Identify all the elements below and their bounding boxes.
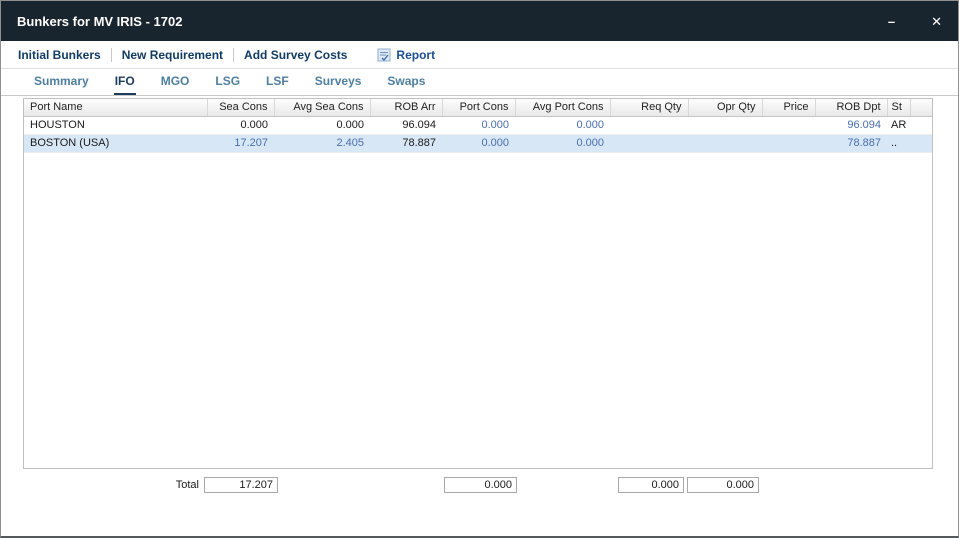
cell-rob-dpt: 96.094 [815, 116, 887, 134]
column-header-sea-cons[interactable]: Sea Cons [207, 99, 274, 116]
cell-avg-sea-cons: 2.405 [274, 134, 370, 152]
column-header-port-name[interactable]: Port Name [24, 99, 207, 116]
cell-port-cons: 0.000 [442, 116, 515, 134]
total-label: Total [23, 479, 199, 491]
total-opr-qty: 0.000 [687, 477, 759, 493]
toolbar-separator [111, 48, 112, 62]
window-controls: – ✕ [888, 15, 942, 28]
window-title: Bunkers for MV IRIS - 1702 [17, 14, 182, 29]
tab-bar: Summary IFO MGO LSG LSF Surveys Swaps [1, 69, 958, 96]
tab-swaps[interactable]: Swaps [386, 69, 426, 95]
column-header-port-cons[interactable]: Port Cons [442, 99, 515, 116]
cell-opr-qty [688, 134, 762, 152]
cell-port-cons: 0.000 [442, 134, 515, 152]
column-header-st[interactable]: St [887, 99, 910, 116]
cell-rob-arr: 96.094 [370, 116, 442, 134]
tab-surveys[interactable]: Surveys [314, 69, 363, 95]
bottom-spacer [1, 494, 958, 536]
column-header-avg-port-cons[interactable]: Avg Port Cons [515, 99, 610, 116]
report-group: Report [377, 48, 435, 62]
tab-summary[interactable]: Summary [33, 69, 90, 95]
new-requirement-button[interactable]: New Requirement [122, 48, 223, 62]
toolbar-separator [233, 48, 234, 62]
cell-avg-port-cons: 0.000 [515, 134, 610, 152]
cell-st: AR [887, 116, 910, 134]
cell-avg-port-cons: 0.000 [515, 116, 610, 134]
scrollbar-filler [910, 99, 933, 116]
total-req-qty: 0.000 [618, 477, 684, 493]
totals-row: Total 17.207 0.000 0.000 0.000 [23, 477, 933, 494]
total-port-cons: 0.000 [444, 477, 517, 493]
tab-lsg[interactable]: LSG [214, 69, 241, 95]
table-row-houston[interactable]: HOUSTON 0.000 0.000 96.094 0.000 0.000 9… [24, 116, 933, 134]
tab-ifo[interactable]: IFO [114, 69, 136, 95]
column-header-req-qty[interactable]: Req Qty [610, 99, 688, 116]
cell-st: .. [887, 134, 910, 152]
cell-price [762, 116, 815, 134]
close-button[interactable]: ✕ [931, 15, 942, 28]
grid-header-row: Port Name Sea Cons Avg Sea Cons ROB Arr … [24, 99, 933, 116]
column-header-rob-dpt[interactable]: ROB Dpt [815, 99, 887, 116]
column-header-rob-arr[interactable]: ROB Arr [370, 99, 442, 116]
report-icon [377, 48, 391, 62]
column-header-opr-qty[interactable]: Opr Qty [688, 99, 762, 116]
cell-req-qty [610, 134, 688, 152]
report-button[interactable]: Report [396, 48, 435, 62]
cell-sea-cons: 0.000 [207, 116, 274, 134]
initial-bunkers-button[interactable]: Initial Bunkers [18, 48, 101, 62]
total-sea-cons: 17.207 [204, 477, 278, 493]
cell-avg-sea-cons: 0.000 [274, 116, 370, 134]
column-header-price[interactable]: Price [762, 99, 815, 116]
tab-mgo[interactable]: MGO [160, 69, 191, 95]
bunkers-grid: Port Name Sea Cons Avg Sea Cons ROB Arr … [23, 98, 933, 469]
cell-rob-arr: 78.887 [370, 134, 442, 152]
cell-port-name: BOSTON (USA) [24, 134, 207, 152]
title-bar: Bunkers for MV IRIS - 1702 – ✕ [1, 1, 958, 41]
tab-lsf[interactable]: LSF [265, 69, 290, 95]
table-row-boston[interactable]: BOSTON (USA) 17.207 2.405 78.887 0.000 0… [24, 134, 933, 152]
cell-price [762, 134, 815, 152]
toolbar: Initial Bunkers New Requirement Add Surv… [1, 41, 958, 69]
cell-rob-dpt: 78.887 [815, 134, 887, 152]
cell-filler [910, 134, 933, 152]
column-header-avg-sea-cons[interactable]: Avg Sea Cons [274, 99, 370, 116]
minimize-button[interactable]: – [888, 15, 895, 28]
cell-filler [910, 116, 933, 134]
cell-req-qty [610, 116, 688, 134]
cell-port-name: HOUSTON [24, 116, 207, 134]
add-survey-costs-button[interactable]: Add Survey Costs [244, 48, 347, 62]
cell-sea-cons: 17.207 [207, 134, 274, 152]
bunkers-window: Bunkers for MV IRIS - 1702 – ✕ Initial B… [0, 0, 959, 538]
cell-opr-qty [688, 116, 762, 134]
